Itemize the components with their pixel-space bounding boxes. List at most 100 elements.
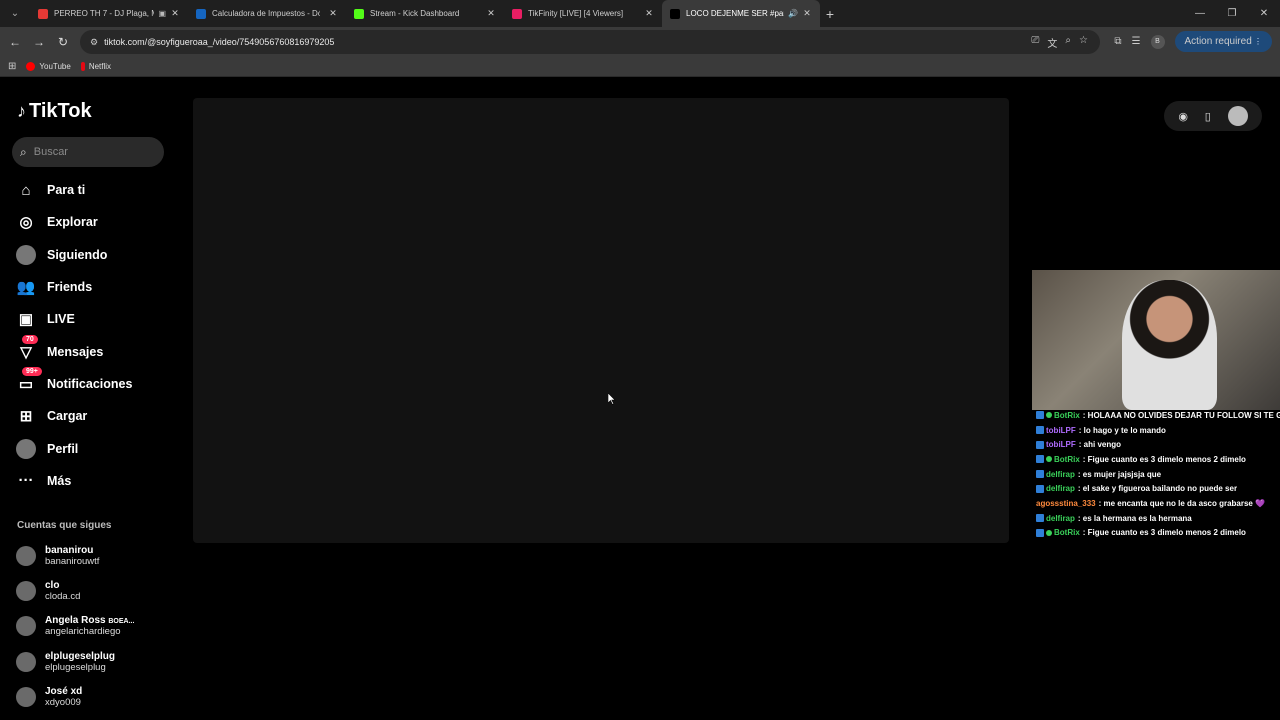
chat-message: BotRix: Figue cuanto es 3 dimelo menos 2… — [1036, 526, 1280, 541]
sidebar-item-mensajes[interactable]: ▽ 70 Mensajes — [14, 334, 132, 367]
account-name: bananirou — [45, 544, 94, 556]
forward-icon[interactable]: → — [27, 35, 51, 49]
browser-tab-bar: ⌄ PERREO TH 7 - DJ Plaga, M ▣ ✕ Calculad… — [0, 0, 1280, 27]
search-placeholder: Buscar — [33, 146, 68, 158]
restore-icon[interactable]: ❐ — [1216, 0, 1248, 27]
netflix-icon — [80, 62, 85, 71]
coin-icon[interactable]: ◉ — [1178, 110, 1188, 123]
tab-close-icon[interactable]: ✕ — [170, 8, 180, 19]
chat-text: : lo hago y te lo mando — [1078, 425, 1166, 435]
tab-title: PERREO TH 7 - DJ Plaga, M — [54, 9, 155, 18]
upload-icon: ⊞ — [14, 404, 38, 428]
sidebar-item-label: Friends — [47, 280, 93, 295]
translate-icon[interactable]: 文 — [1047, 35, 1057, 50]
profile-avatar[interactable]: B — [1150, 34, 1165, 49]
following-item[interactable]: elplugeselplug elplugeselplug — [16, 644, 134, 679]
action-required-button[interactable]: Action required ⋮ — [1174, 31, 1272, 52]
tab-title: Stream - Kick Dashboard — [370, 9, 460, 18]
chat-overlay: BotRix: HOLAAA NO OLVIDES DEJAR TU FOLLO… — [1036, 408, 1280, 540]
site-info-icon[interactable]: ⚙ — [90, 37, 98, 48]
chat-username: BotRix — [1054, 410, 1080, 420]
avatar — [16, 545, 36, 566]
apps-grid-icon[interactable]: ⊞ — [8, 61, 16, 72]
sidebar-item-label: Cargar — [47, 409, 88, 424]
tab-close-icon[interactable]: ✕ — [328, 8, 338, 19]
icon-glyph: ▽ — [20, 343, 32, 361]
omnibox-icons: ⎚ 文 ⌕ ☆ — [1031, 35, 1088, 50]
following-avatar-icon — [14, 243, 38, 267]
webcam-overlay — [1032, 270, 1280, 410]
sidebar-item-label: Perfil — [47, 441, 79, 456]
sidebar-item-siguiendo[interactable]: Siguiendo — [14, 239, 132, 271]
browser-tab[interactable]: PERREO TH 7 - DJ Plaga, M ▣ ✕ — [30, 0, 188, 27]
zoom-icon[interactable]: ⌕ — [1065, 35, 1071, 50]
sidebar-item-notificaciones[interactable]: ▭ 99+ Notificaciones — [14, 366, 132, 400]
count-badge: 70 — [22, 334, 38, 344]
account-handle: elplugeselplug — [45, 661, 106, 673]
browser-tab[interactable]: TikFinity [LIVE] [4 Viewers] ✕ — [504, 0, 662, 27]
tab-favicon-icon — [38, 8, 48, 19]
avatar — [16, 580, 36, 601]
tab-close-icon[interactable]: ✕ — [486, 8, 496, 19]
tiktok-logo[interactable]: ♪ TikTok — [17, 100, 92, 123]
bookmark-star-icon[interactable]: ☆ — [1079, 35, 1088, 50]
sidebar-item-label: Siguiendo — [47, 247, 108, 262]
tab-favicon-icon — [196, 8, 206, 19]
phone-icon[interactable]: ▯ — [1205, 110, 1211, 123]
tab-close-icon[interactable]: ✕ — [644, 8, 654, 19]
sidebar-item-friends[interactable]: 👥 Friends — [14, 271, 132, 303]
kick-badge-icon — [1036, 514, 1044, 523]
new-tab-button[interactable]: + — [820, 6, 840, 22]
browser-tab[interactable]: LOCO DEJENME SER #parat 🔊 ✕ — [662, 0, 820, 27]
cast-icon[interactable]: ⎚ — [1031, 35, 1039, 50]
reading-list-icon[interactable]: ☰ — [1132, 36, 1141, 47]
tab-close-icon[interactable]: ✕ — [802, 8, 812, 19]
chat-text: : HOLAAA NO OLVIDES DEJAR TU FOLLOW SI T… — [1082, 410, 1280, 420]
tiktok-page: ♪ TikTok ⌕ Buscar ⌂ Para ti ◎ Explorar Si… — [0, 77, 1280, 720]
sidebar-item-cargar[interactable]: ⊞ Cargar — [14, 400, 132, 432]
extensions-icon[interactable]: ⧉ — [1114, 36, 1121, 47]
bookmark-netflix[interactable]: Netflix — [80, 62, 111, 71]
home-icon: ⌂ — [14, 178, 38, 202]
search-input[interactable]: ⌕ Buscar — [12, 137, 164, 167]
close-window-icon[interactable]: ✕ — [1248, 0, 1280, 27]
youtube-icon — [26, 62, 36, 71]
sidebar-item-para-ti[interactable]: ⌂ Para ti — [14, 174, 132, 206]
tab-search-chevron-icon[interactable]: ⌄ — [4, 3, 26, 25]
chat-text: : es mujer jajsjsja que — [1077, 469, 1162, 479]
browser-tab[interactable]: Stream - Kick Dashboard ✕ — [346, 0, 504, 27]
mouse-cursor-icon — [608, 393, 616, 405]
bookmark-youtube[interactable]: YouTube — [26, 62, 71, 71]
minimize-icon[interactable]: — — [1184, 0, 1216, 27]
sidebar-item-label: Explorar — [47, 215, 98, 230]
logo-text: TikTok — [29, 100, 92, 122]
tiktok-note-icon: ♪ — [17, 101, 26, 121]
chat-text: : Figue cuanto es 3 dimelo menos 2 dimel… — [1082, 454, 1246, 464]
sidebar-item-label: Mensajes — [47, 344, 104, 359]
avatar — [16, 616, 36, 637]
messages-icon: ▽ 70 — [14, 334, 38, 364]
following-item[interactable]: José xd xdyo009 — [16, 679, 134, 714]
sidebar-item-perfil[interactable]: Perfil — [14, 432, 132, 464]
icon-glyph: ⌂ — [21, 181, 31, 199]
sidebar-item-explorar[interactable]: ◎ Explorar — [14, 206, 132, 238]
following-item[interactable]: bananirou bananirouwtf — [16, 538, 134, 573]
address-bar[interactable]: ⚙ tiktok.com/@soyfigueroaa_/video/754905… — [80, 30, 1100, 54]
sidebar-item-más[interactable]: ··· Más — [14, 465, 132, 497]
video-player[interactable] — [193, 98, 1009, 543]
sidebar-item-live[interactable]: ▣ LIVE — [14, 303, 132, 335]
back-icon[interactable]: ← — [3, 35, 27, 49]
following-item[interactable]: clo cloda.cd — [16, 573, 134, 608]
user-avatar[interactable] — [1227, 106, 1248, 126]
following-item[interactable]: Angela Ross BOEA... angelarichardiego — [16, 609, 134, 644]
tab-favicon-icon — [512, 8, 522, 19]
icon-glyph: ⊞ — [19, 408, 33, 426]
top-right-actions: ◉ ▯ — [1164, 101, 1262, 131]
chat-message: tobiLPF: lo hago y te lo mando — [1036, 423, 1280, 438]
icon-glyph: 👥 — [16, 279, 36, 297]
browser-tab[interactable]: Calculadora de Impuestos - Dó ✕ — [188, 0, 346, 27]
reload-icon[interactable]: ↻ — [51, 35, 75, 49]
account-handle: bananirouwtf — [45, 555, 100, 567]
following-title: Cuentas que sigues — [17, 520, 112, 531]
bookmarks-bar: ⊞ YouTube Netflix — [0, 57, 1280, 77]
